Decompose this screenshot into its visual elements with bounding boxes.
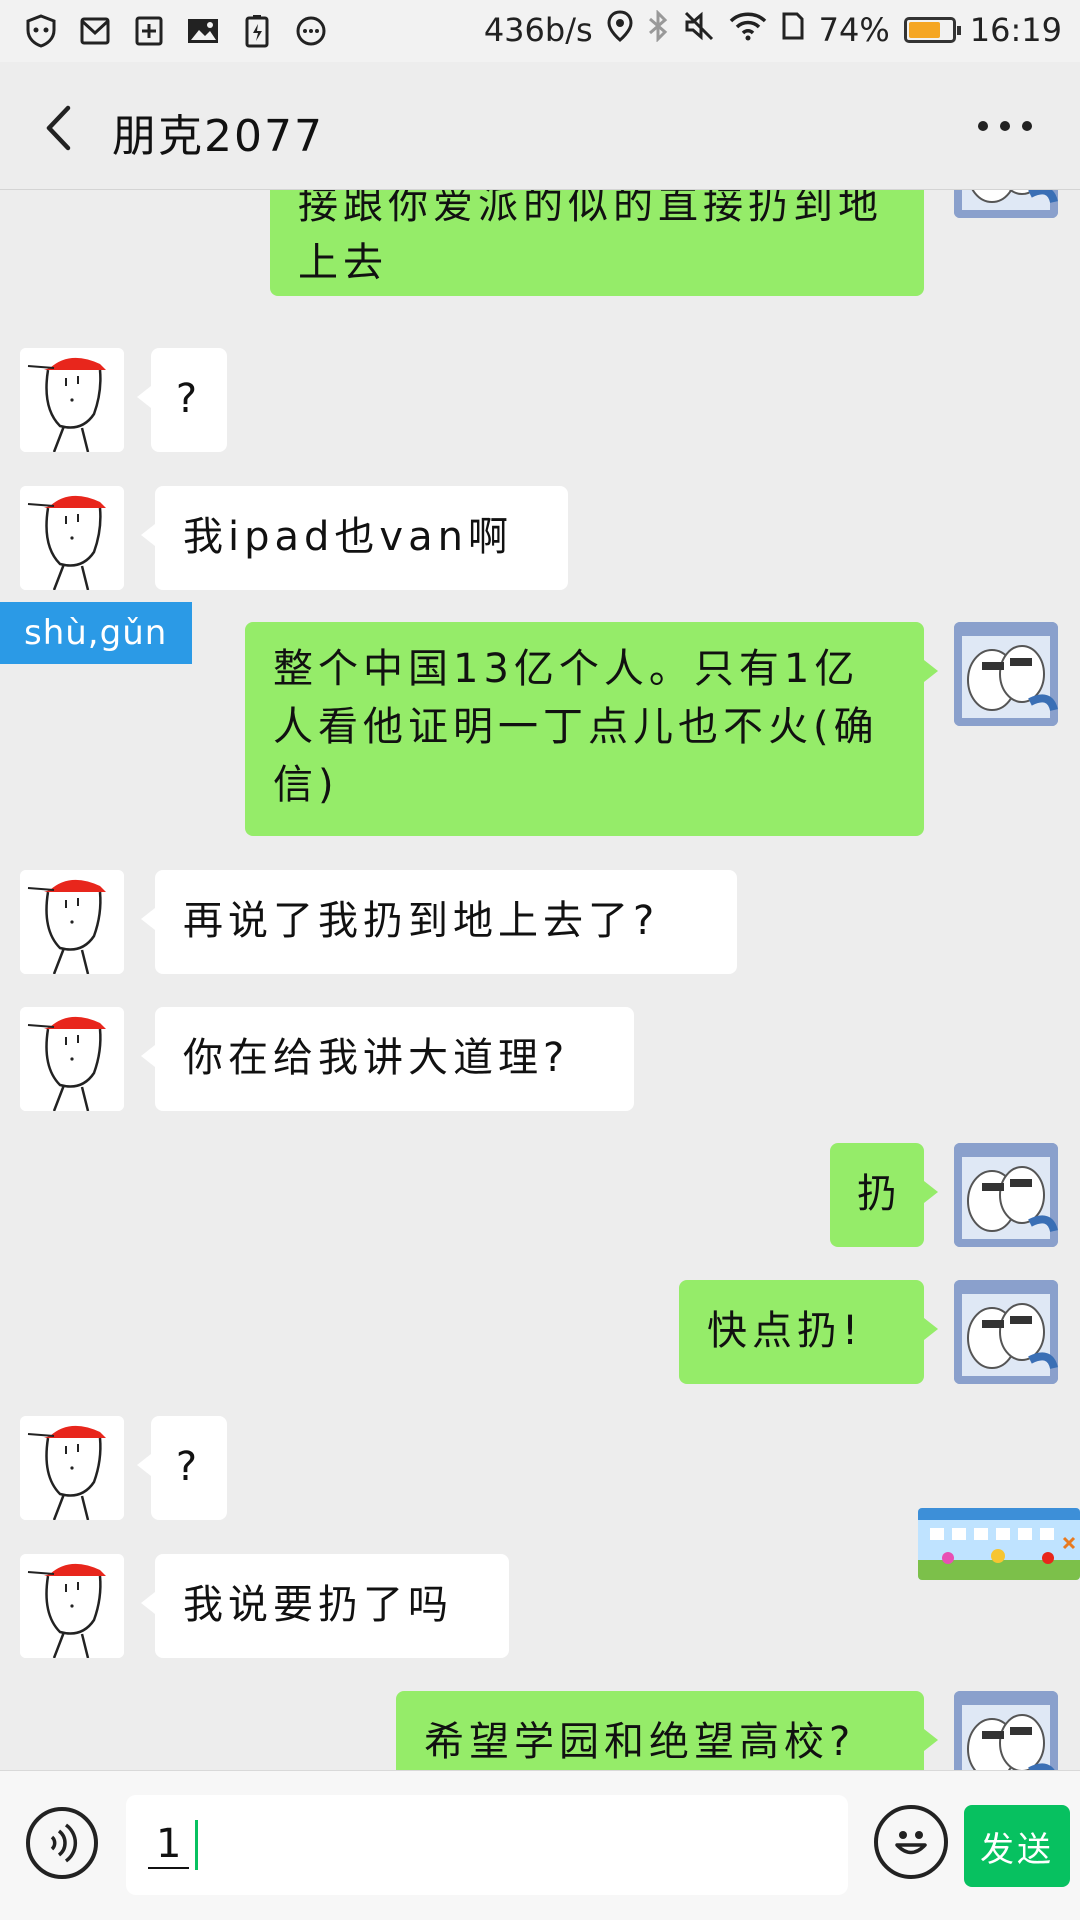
voice-icon	[50, 1823, 78, 1863]
message-bubble-out[interactable]: 接跟你爱派的似的直接扔到地上去	[270, 190, 924, 296]
stick-figure-avatar-image	[20, 870, 124, 974]
message-text: ?	[175, 376, 203, 422]
battery-saver-icon	[238, 12, 276, 50]
message-bubble-out[interactable]: 扔	[830, 1143, 938, 1247]
battery-level-fill	[908, 22, 940, 38]
stick-figure-avatar-image	[20, 348, 124, 452]
message-text: 接跟你爱派的似的直接扔到地上去	[298, 190, 883, 286]
pinyin-candidate-tag[interactable]: shù,gǔn	[0, 602, 192, 664]
location-icon	[607, 10, 633, 50]
clock: 16:19	[969, 11, 1062, 49]
cartoon-cats-avatar-image	[954, 1143, 1058, 1247]
message-text: 快点扔!	[707, 1308, 864, 1354]
stick-figure-avatar-image	[20, 1416, 124, 1520]
contact-avatar[interactable]	[20, 870, 124, 974]
message-text: 希望学园和绝望高校?	[424, 1719, 856, 1765]
stick-figure-avatar-image	[20, 1554, 124, 1658]
my-avatar[interactable]	[954, 622, 1058, 726]
battery-percent: 74%	[818, 11, 890, 49]
more-dots-icon	[978, 121, 1032, 131]
composing-text: 1	[148, 1821, 190, 1869]
voice-input-button[interactable]	[26, 1807, 98, 1879]
input-bar: 1 发送	[0, 1770, 1080, 1920]
cartoon-cats-avatar-image	[954, 1691, 1058, 1770]
contact-avatar[interactable]	[20, 1007, 124, 1111]
chat-header: 朋克2077	[0, 62, 1080, 190]
contact-avatar[interactable]	[20, 348, 124, 452]
network-speed: 436b/s	[483, 11, 593, 49]
message-text: 整个中国13亿个人。只有1亿人看他证明一丁点儿也不火(确信)	[273, 646, 879, 808]
message-text: 扔	[857, 1171, 897, 1217]
more-dots-icon	[292, 12, 330, 50]
text-caret	[195, 1820, 199, 1870]
game-thumbnail-image	[918, 1508, 1080, 1580]
message-bubble-in[interactable]: 我说要扔了吗	[141, 1554, 509, 1658]
message-bubble-in[interactable]: ?	[137, 348, 227, 452]
emoji-button[interactable]	[874, 1805, 948, 1879]
contact-avatar[interactable]	[20, 1416, 124, 1520]
contact-avatar[interactable]	[20, 1554, 124, 1658]
image-icon	[184, 12, 222, 50]
stick-figure-avatar-image	[20, 1007, 124, 1111]
message-text: 再说了我扔到地上去了?	[183, 898, 660, 944]
message-bubble-out[interactable]: 整个中国13亿个人。只有1亿人看他证明一丁点儿也不火(确信)	[245, 622, 938, 836]
more-options-button[interactable]	[970, 106, 1040, 146]
message-bubble-out[interactable]: 希望学园和绝望高校?	[396, 1691, 938, 1770]
back-button[interactable]	[28, 98, 88, 158]
stick-figure-avatar-image	[20, 486, 124, 590]
smiley-icon	[895, 1831, 927, 1855]
message-bubble-in[interactable]: 我ipad也van啊	[141, 486, 568, 590]
bluetooth-icon	[647, 9, 669, 50]
status-bar: 436b/s 74% 16:19	[0, 0, 1080, 62]
message-bubble-in[interactable]: ?	[137, 1416, 227, 1520]
back-arrow-icon	[46, 105, 71, 151]
contact-avatar[interactable]	[20, 486, 124, 590]
sim-icon	[781, 11, 805, 49]
mute-icon	[683, 10, 715, 50]
message-bubble-out[interactable]: 快点扔!	[679, 1280, 938, 1384]
message-text: 你在给我讲大道理?	[183, 1035, 570, 1081]
wifi-icon	[729, 11, 767, 49]
add-icon	[130, 12, 168, 50]
mail-icon	[76, 12, 114, 50]
shield-icon	[22, 12, 60, 50]
message-bubble-in[interactable]: 再说了我扔到地上去了?	[141, 870, 737, 974]
my-avatar[interactable]	[954, 190, 1058, 218]
message-input[interactable]: 1	[126, 1795, 848, 1895]
message-bubble-in[interactable]: 你在给我讲大道理?	[141, 1007, 634, 1111]
cartoon-cats-avatar-image	[954, 622, 1058, 726]
cartoon-cats-avatar-image	[954, 190, 1058, 218]
my-avatar[interactable]	[954, 1280, 1058, 1384]
message-text: 我说要扔了吗	[183, 1582, 453, 1628]
page-title: 朋克2077	[112, 111, 324, 162]
floating-window-thumbnail[interactable]	[918, 1508, 1080, 1580]
message-text: ?	[175, 1444, 203, 1490]
battery-icon	[903, 17, 961, 43]
my-avatar[interactable]	[954, 1143, 1058, 1247]
send-button[interactable]: 发送	[964, 1805, 1070, 1887]
message-text: 我ipad也van啊	[183, 514, 513, 560]
my-avatar[interactable]	[954, 1691, 1058, 1770]
cartoon-cats-avatar-image	[954, 1280, 1058, 1384]
